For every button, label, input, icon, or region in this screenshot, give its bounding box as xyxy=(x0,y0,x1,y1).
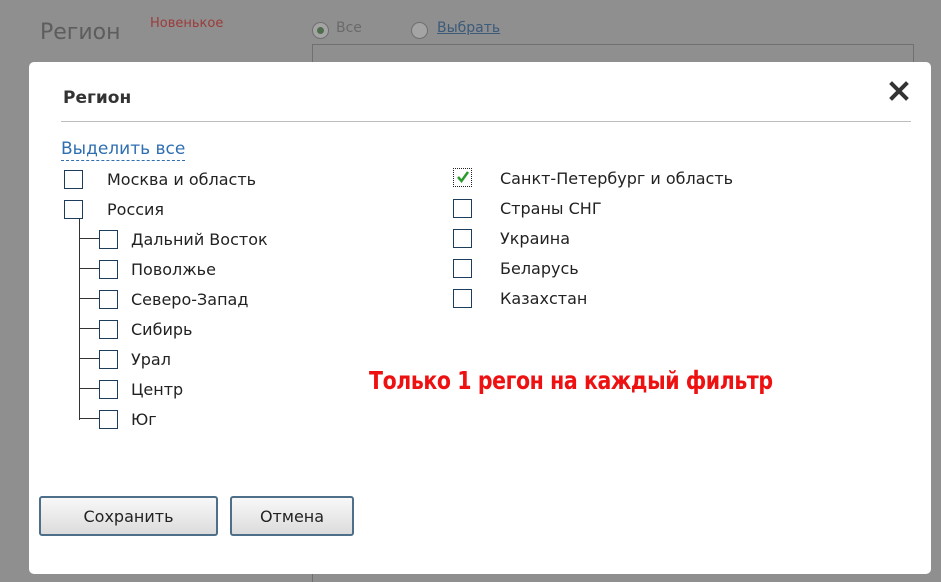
region-dialog: Регион Выделить все Москва и область Рос… xyxy=(29,62,931,574)
tree-branch-line xyxy=(79,358,99,359)
checkbox-ukraine[interactable] xyxy=(453,229,472,248)
title-divider xyxy=(61,121,911,122)
tree-branch-line xyxy=(79,388,99,389)
new-badge: Новенькое xyxy=(150,16,224,31)
label-belarus: Беларусь xyxy=(500,259,579,278)
checkbox-volga[interactable] xyxy=(99,260,118,279)
label-south: Юг xyxy=(131,410,157,429)
radio-all[interactable] xyxy=(312,22,329,39)
cancel-button[interactable]: Отмена xyxy=(230,496,354,536)
checkmark-icon xyxy=(457,171,470,184)
tree-branch-line xyxy=(79,268,99,269)
label-moscow: Москва и область xyxy=(107,170,257,189)
checkbox-russia[interactable] xyxy=(64,200,83,219)
choose-link[interactable]: Выбрать xyxy=(437,20,500,36)
tree-branch-line xyxy=(79,418,99,419)
checkbox-cis[interactable] xyxy=(453,199,472,218)
checkbox-kazakhstan[interactable] xyxy=(453,289,472,308)
checkbox-south[interactable] xyxy=(99,410,118,429)
close-icon[interactable] xyxy=(888,80,910,102)
checkbox-northwest[interactable] xyxy=(99,290,118,309)
tree-branch-line xyxy=(79,328,99,329)
region-field-label: Регион xyxy=(40,20,121,45)
checkbox-moscow[interactable] xyxy=(64,170,83,189)
checkbox-far-east[interactable] xyxy=(99,230,118,249)
label-volga: Поволжье xyxy=(131,260,216,279)
save-button[interactable]: Сохранить xyxy=(39,496,218,536)
tree-trunk-line xyxy=(79,219,80,420)
label-far-east: Дальний Восток xyxy=(131,230,268,249)
label-spb: Санкт-Петербург и область xyxy=(500,169,734,188)
checkbox-ural[interactable] xyxy=(99,350,118,369)
checkbox-siberia[interactable] xyxy=(99,320,118,339)
tree-branch-line xyxy=(79,238,99,239)
label-northwest: Северо-Запад xyxy=(131,290,249,309)
label-ukraine: Украина xyxy=(500,229,571,248)
label-siberia: Сибирь xyxy=(131,320,193,339)
tree-branch-line xyxy=(79,298,99,299)
checkbox-spb[interactable] xyxy=(453,168,472,187)
radio-choose[interactable] xyxy=(411,22,428,39)
label-center: Центр xyxy=(131,380,184,399)
select-all-link[interactable]: Выделить все xyxy=(61,138,186,161)
label-cis: Страны СНГ xyxy=(500,199,602,218)
annotation-note: Только 1 регон на каждый фильтр xyxy=(369,366,773,395)
radio-all-label: Все xyxy=(336,20,362,36)
checkbox-center[interactable] xyxy=(99,380,118,399)
label-ural: Урал xyxy=(131,350,171,369)
dialog-title: Регион xyxy=(63,88,132,108)
label-russia: Россия xyxy=(107,200,165,219)
label-kazakhstan: Казахстан xyxy=(500,289,588,308)
checkbox-belarus[interactable] xyxy=(453,259,472,278)
